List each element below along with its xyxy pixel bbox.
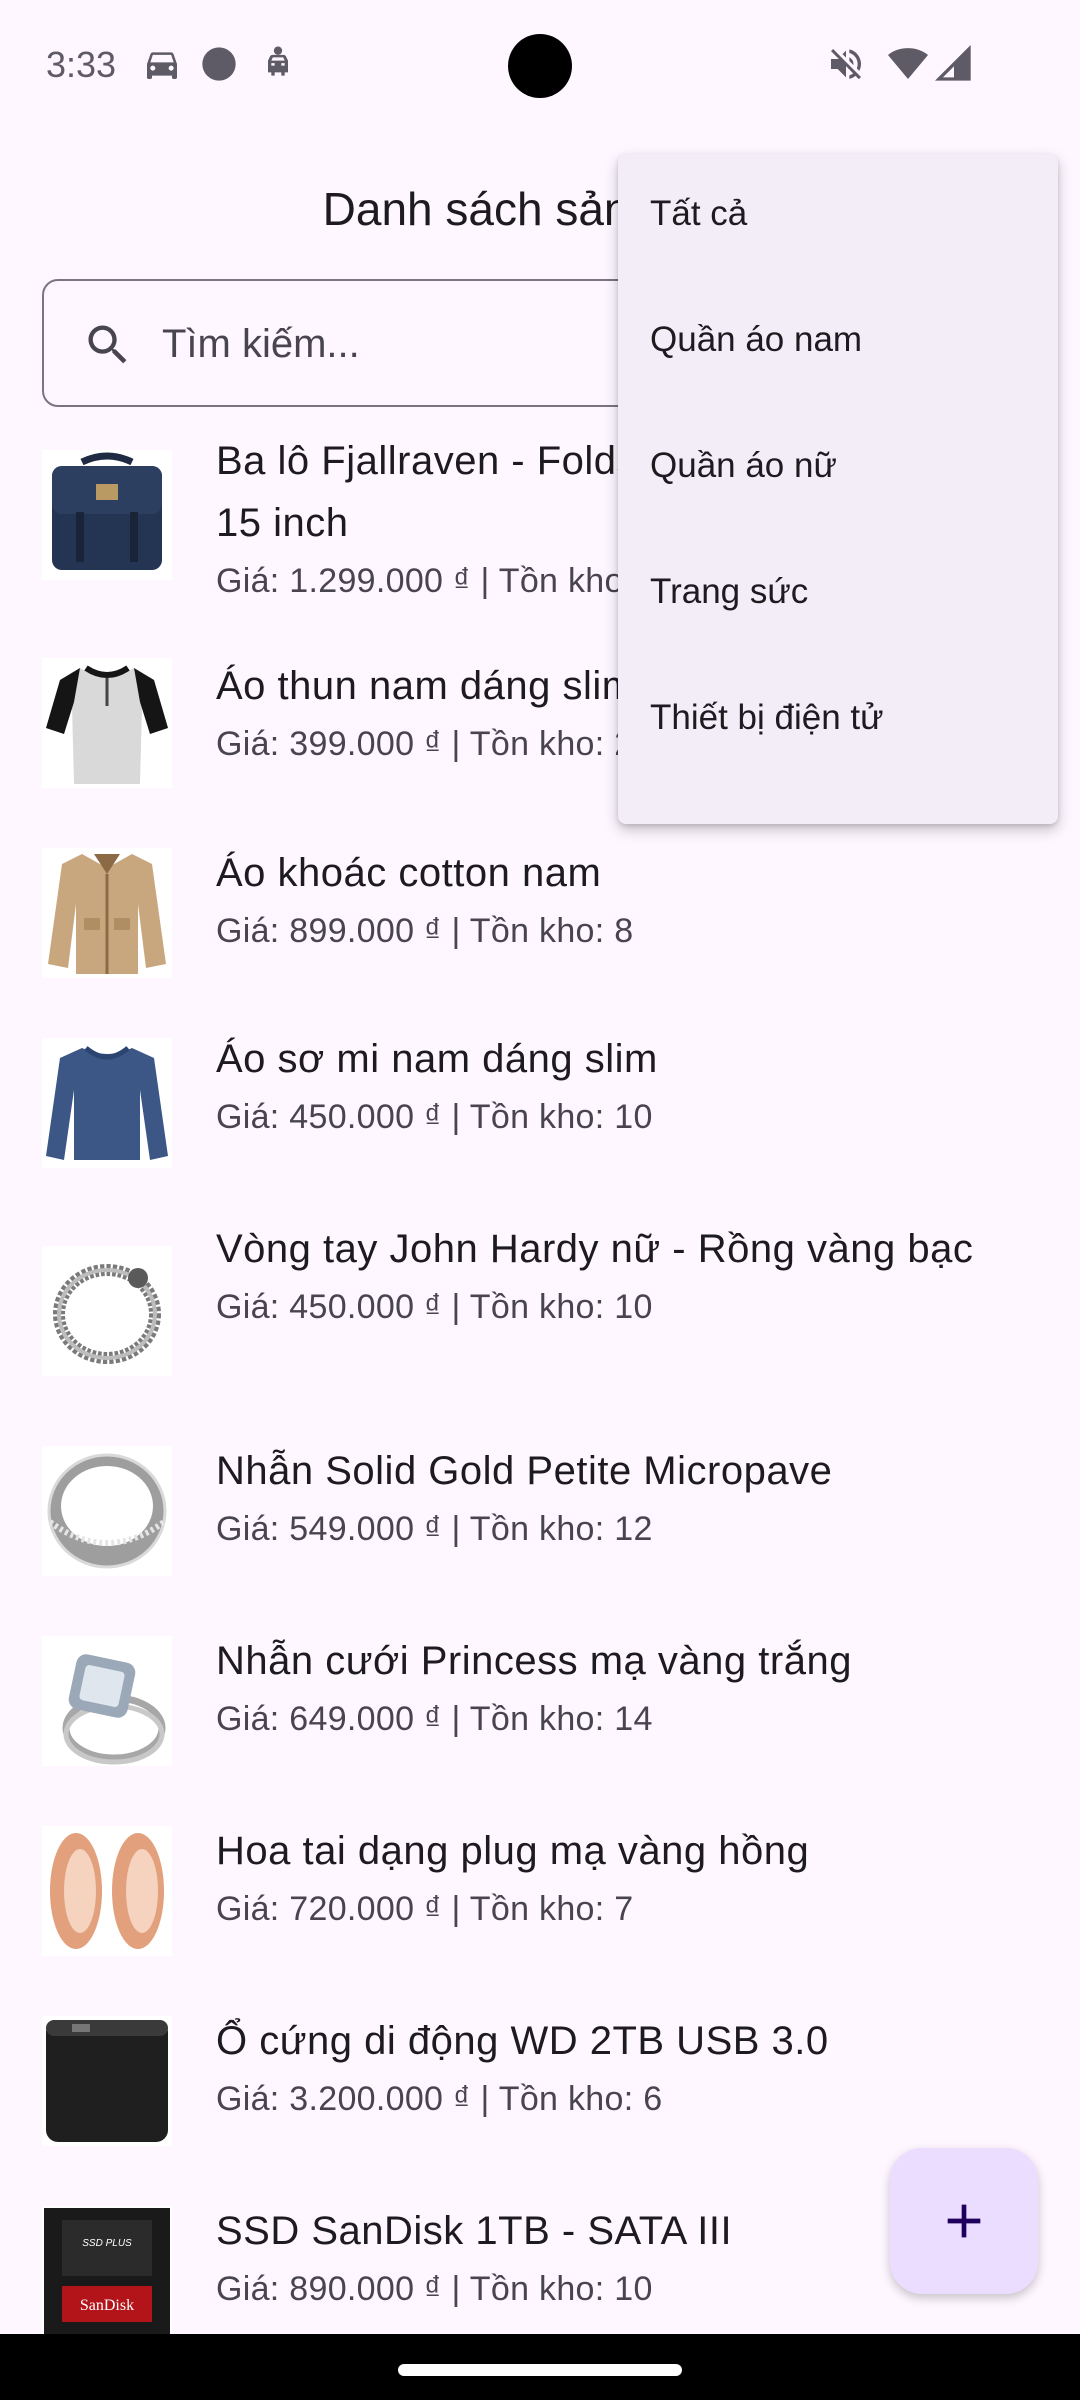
search-icon <box>88 325 127 364</box>
product-name: Ổ cứng di động WD 2TB USB 3.0 <box>216 2019 829 2063</box>
tshirt-image <box>42 658 172 788</box>
product-text: Nhẫn Solid Gold Petite Micropave Giá: 54… <box>216 1440 996 1556</box>
menu-item-label: Thiết bị điện tử <box>650 698 884 737</box>
product-meta: Giá: 720.000 ₫ | Tồn kho: 7 <box>216 1890 634 1928</box>
earring-plug-image <box>42 1826 172 1956</box>
product-name: SSD SanDisk 1TB - SATA III <box>216 2209 733 2253</box>
product-name: Áo sơ mi nam dáng slim <box>216 1037 658 1081</box>
menu-item-all[interactable]: Tất cả <box>618 154 1058 280</box>
menu-item-label: Tất cả <box>650 194 748 233</box>
signal-icon <box>934 44 971 81</box>
product-text: Nhẫn cưới Princess mạ vàng trắng Giá: 64… <box>216 1630 996 1746</box>
home-gesture-handle[interactable] <box>398 2364 682 2376</box>
product-meta: Giá: 899.000 ₫ | Tồn kho: 8 <box>216 912 634 950</box>
status-bar: 3:33 <box>0 0 1080 130</box>
product-meta: Giá: 549.000 ₫ | Tồn kho: 12 <box>216 1510 653 1548</box>
product-name: Nhẫn cưới Princess mạ vàng trắng <box>216 1639 852 1683</box>
status-time: 3:33 <box>46 44 117 85</box>
product-text: Áo khoác cotton nam Giá: 899.000 ₫ | Tồn… <box>216 842 996 958</box>
ssd-image: SSD PLUS SanDisk <box>42 2206 172 2336</box>
product-text: SSD SanDisk 1TB - SATA III Giá: 890.000 … <box>216 2200 996 2316</box>
hard-drive-image <box>42 2016 172 2146</box>
backpack-image <box>42 450 172 580</box>
category-menu: Tất cả Quần áo nam Quần áo nữ Trang sức … <box>618 154 1058 824</box>
shirt-image <box>42 1038 172 1168</box>
jacket-image <box>42 848 172 978</box>
mute-icon <box>831 49 861 80</box>
car-icon <box>147 52 177 79</box>
front-camera <box>508 34 572 98</box>
menu-item-women-clothing[interactable]: Quần áo nữ <box>618 406 1058 532</box>
product-name: Hoa tai dạng plug mạ vàng hồng <box>216 1829 810 1873</box>
product-text: Vòng tay John Hardy nữ - Rồng vàng bạc G… <box>216 1218 996 1334</box>
menu-item-label: Trang sức <box>650 572 809 611</box>
driving-mode-icon <box>268 46 288 76</box>
menu-item-men-clothing[interactable]: Quần áo nam <box>618 280 1058 406</box>
ring-image <box>42 1446 172 1576</box>
menu-item-label: Quần áo nam <box>650 320 863 359</box>
circle-icon <box>202 47 236 81</box>
product-meta: Giá: 890.000 ₫ | Tồn kho: 10 <box>216 2270 653 2308</box>
product-text: Hoa tai dạng plug mạ vàng hồng Giá: 720.… <box>216 1820 996 1936</box>
menu-item-electronics[interactable]: Thiết bị điện tử <box>618 658 1058 784</box>
add-product-button[interactable] <box>890 2148 1038 2294</box>
product-text: Áo sơ mi nam dáng slim Giá: 450.000 ₫ | … <box>216 1028 996 1144</box>
product-text: Ổ cứng di động WD 2TB USB 3.0 Giá: 3.200… <box>216 2010 996 2126</box>
menu-item-label: Quần áo nữ <box>650 446 837 485</box>
ssd-label-text: SSD PLUS <box>82 2238 132 2249</box>
menu-item-jewelry[interactable]: Trang sức <box>618 532 1058 658</box>
product-name: Áo khoác cotton nam <box>216 851 602 895</box>
product-meta: Giá: 450.000 ₫ | Tồn kho: 10 <box>216 1288 653 1326</box>
product-meta: Giá: 3.200.000 ₫ | Tồn kho: 6 <box>216 2080 663 2118</box>
product-name: Nhẫn Solid Gold Petite Micropave <box>216 1449 833 1493</box>
ssd-brand-text: SanDisk <box>80 2297 134 2314</box>
plus-icon <box>947 2204 981 2238</box>
wedding-ring-image <box>42 1636 172 1766</box>
product-name: Vòng tay John Hardy nữ - Rồng vàng bạc <box>216 1227 974 1271</box>
product-meta: Giá: 450.000 ₫ | Tồn kho: 10 <box>216 1098 653 1136</box>
product-meta: Giá: 649.000 ₫ | Tồn kho: 14 <box>216 1700 653 1738</box>
wifi-icon <box>888 48 928 79</box>
bracelet-image <box>42 1246 172 1376</box>
system-nav-bar <box>0 2334 1080 2400</box>
